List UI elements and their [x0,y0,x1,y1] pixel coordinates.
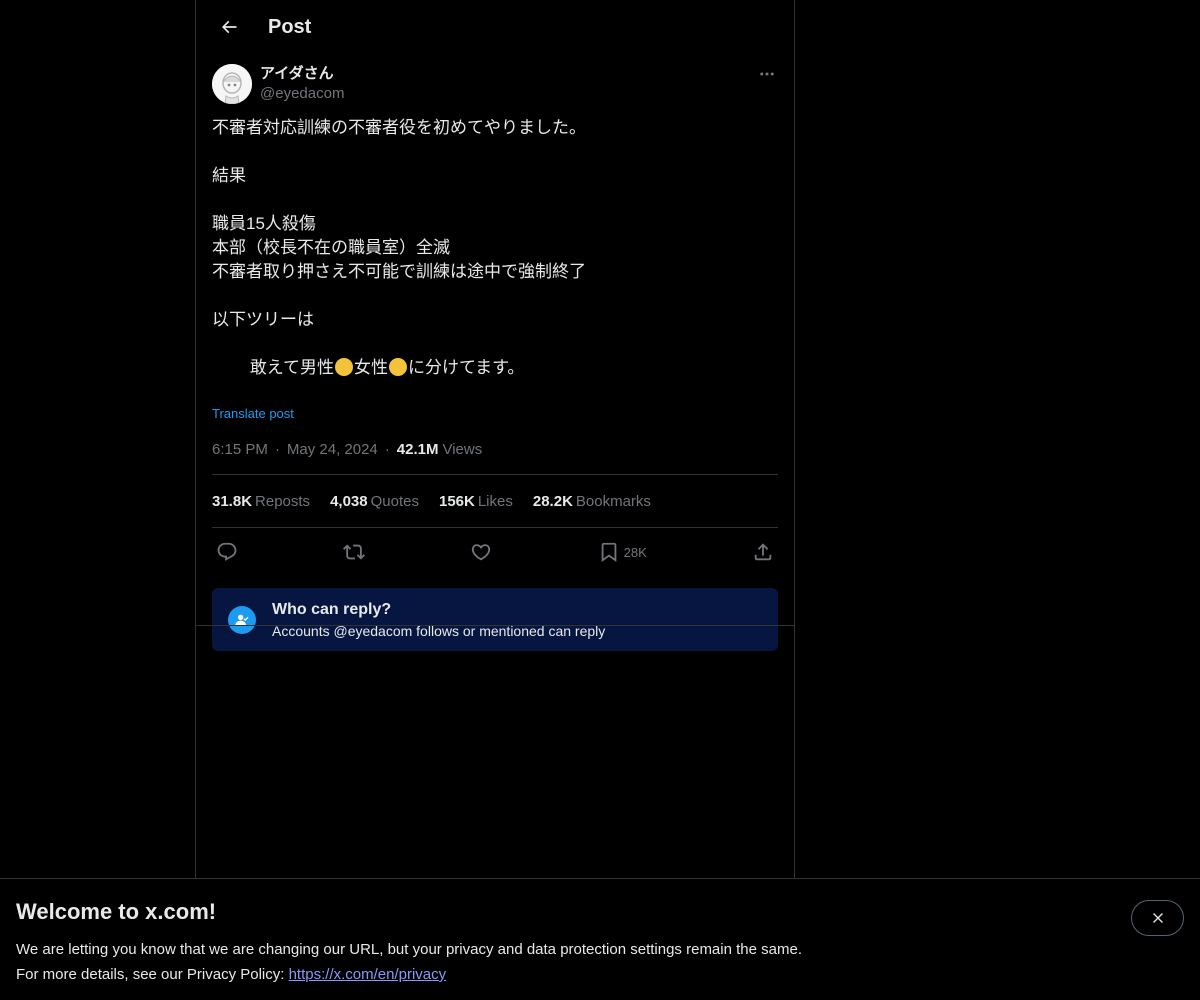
back-button[interactable] [212,10,246,44]
post-line: 不審者対応訓練の不審者役を初めてやりました。 [212,118,586,137]
banner-line: For more details, see our Privacy Policy… [16,962,1184,987]
banner-line-prefix: For more details, see our Privacy Policy… [16,966,289,983]
stat-label: Bookmarks [575,492,651,510]
url-change-banner: Welcome to x.com! We are letting you kno… [0,878,1200,1000]
stat-number: 31.8K [212,492,253,510]
stat-bookmarks[interactable]: 28.2K Bookmarks [533,493,651,510]
bookmark-icon [601,542,616,563]
close-banner-button[interactable] [1131,900,1184,936]
who-can-reply-box: Who can reply? Accounts @eyedacom follow… [212,588,778,651]
heart-icon [472,544,491,561]
stat-label: Reposts [255,492,311,510]
divider [196,625,794,626]
post-line: 結果 [212,166,246,185]
post-line: 職員15人殺傷 [212,214,316,233]
banner-title: Welcome to x.com! [16,899,217,924]
stat-number: 4,038 [330,492,368,510]
banner-text: We are letting you know that we are chan… [16,937,1184,987]
avatar-image [212,64,252,104]
stat-label: Quotes [370,492,419,510]
handle[interactable]: @eyedacom [260,84,344,104]
person-check-icon [228,605,256,634]
post-text-segment: 敢えて男性 [249,358,334,377]
meta-separator: · [384,441,390,458]
stat-label: Likes [477,492,513,510]
post: アイダさん @eyedacom 不審者対応訓練の不審者役を初めてやりました。 結… [196,64,794,651]
privacy-policy-link[interactable]: https://x.com/en/privacy [289,966,447,983]
bookmark-count: 28K [623,544,647,560]
who-can-reply-subtitle: Accounts @eyedacom follows or mentioned … [272,622,606,639]
post-text: 不審者対応訓練の不審者役を初めてやりました。 結果 職員15人殺傷 本部（校長不… [212,116,778,404]
views-count: 42.1M [396,441,439,458]
main-column: Post アイダさん @eyedacom 不審者対応訓練の不審者役を初めてやりま… [195,0,795,880]
share-button[interactable] [752,541,774,563]
post-time[interactable]: 6:15 PM [212,441,268,458]
who-can-reply-texts: Who can reply? Accounts @eyedacom follow… [272,599,605,641]
author-row: アイダさん @eyedacom [212,64,778,104]
post-date[interactable]: May 24, 2024 [287,441,378,458]
stat-reposts[interactable]: 31.8K Reposts [212,493,310,510]
stat-likes[interactable]: 156K Likes [439,493,513,510]
more-button[interactable] [756,64,778,84]
post-text-segment: 女性 [353,358,388,377]
post-line: 不審者取り押さえ不可能で訓練は途中で強制終了 [212,262,586,281]
close-icon [1152,913,1163,923]
share-icon [754,543,772,561]
more-horizontal-icon [760,72,774,76]
who-can-reply-title: Who can reply? [272,600,392,618]
man-emoji-icon [334,358,353,376]
page-title: Post [268,15,312,38]
banner-line: We are letting you know that we are chan… [16,941,802,958]
post-line [212,188,778,212]
bookmark-button[interactable]: 28K [598,541,647,563]
post-line-last: 敢えて男性 女性 に分けてます。 [212,332,778,404]
post-line [212,140,778,164]
like-button[interactable] [470,541,492,563]
woman-emoji-icon [388,358,407,376]
meta-separator: · [274,441,280,458]
stat-number: 28.2K [532,492,573,510]
post-text-segment: に分けてます。 [407,358,525,377]
header: Post [196,0,794,54]
author-names: アイダさん @eyedacom [260,64,344,104]
post-line: 本部（校長不在の職員室）全滅 [212,238,450,257]
translate-post-link[interactable]: Translate post [212,406,294,421]
post-meta: 6:15 PM · May 24, 2024 · 42.1M Views [212,441,778,475]
action-bar: 28K [212,528,778,576]
stat-number: 156K [438,492,475,510]
repost-icon [343,544,366,560]
speech-bubble-icon [217,542,237,561]
post-line [212,284,778,308]
display-name[interactable]: アイダさん [260,64,344,84]
post-line: 以下ツリーは [212,310,314,329]
views-label: Views [442,441,483,458]
reply-button[interactable] [216,541,238,563]
avatar[interactable] [212,64,252,104]
engagement-stats: 31.8K Reposts 4,038 Quotes 156K Likes 28.2K… [212,475,778,528]
stat-quotes[interactable]: 4,038 Quotes [330,493,419,510]
repost-button[interactable] [343,541,366,563]
arrow-left-icon [221,20,237,34]
